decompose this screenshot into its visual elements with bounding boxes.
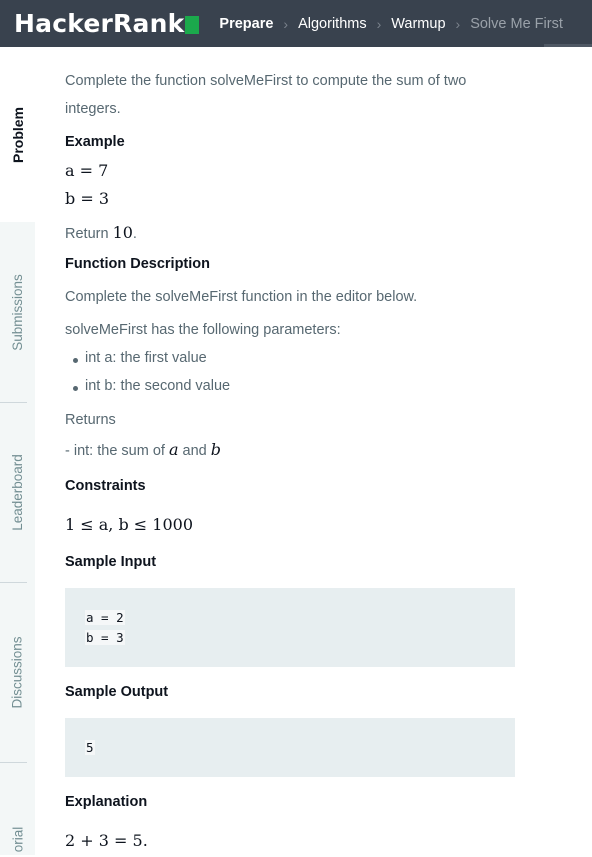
tab-problem[interactable]: Problem <box>0 47 35 222</box>
function-description-text: Complete the solveMeFirst function in th… <box>65 289 418 305</box>
problem-tabs-sidebar: Problem Submissions Leaderboard Discussi… <box>0 47 35 855</box>
returns-heading: Returns <box>65 412 116 428</box>
explanation-text: 2 + 3 = 5. <box>65 831 148 850</box>
example-return: Return 10. <box>65 223 137 242</box>
sample-output-line: 5 <box>85 740 95 755</box>
sample-input-line: b = 3 <box>85 630 125 645</box>
example-a: a = 7 <box>65 161 109 180</box>
return-prefix: Return <box>65 226 113 242</box>
bullet-icon <box>73 358 78 363</box>
tab-divider <box>0 582 27 583</box>
sample-output-heading: Sample Output <box>65 684 169 700</box>
param-a: int a: the first value <box>85 350 207 366</box>
chevron-right-icon: › <box>455 15 461 32</box>
returns-var-a: a <box>168 440 179 459</box>
returns-prefix: - int: the sum of <box>65 443 169 459</box>
param-b: int b: the second value <box>85 378 231 394</box>
problem-intro-continued: integers. <box>65 101 121 117</box>
problem-intro: Complete the function solveMeFirst to co… <box>65 73 467 89</box>
tab-discussions[interactable]: Discussions <box>0 587 35 757</box>
tab-leaderboard[interactable]: Leaderboard <box>0 407 35 577</box>
tab-submissions[interactable]: Submissions <box>0 227 35 397</box>
example-heading: Example <box>65 134 125 150</box>
hackerrank-logo[interactable]: HackerRank <box>14 9 200 38</box>
parameters-text: solveMeFirst has the following parameter… <box>65 322 341 338</box>
breadcrumb-prepare[interactable]: Prepare <box>219 16 273 32</box>
top-navigation-bar: HackerRank Prepare › Algorithms › Warmup… <box>0 0 592 47</box>
constraint-text: 1 ≤ a, b ≤ 1000 <box>65 515 194 534</box>
chevron-right-icon: › <box>283 15 289 32</box>
constraints-heading: Constraints <box>65 478 146 494</box>
logo-mark-icon <box>185 15 200 34</box>
tab-submissions-label: Submissions <box>10 273 25 351</box>
sample-input-block: a = 2 b = 3 <box>65 588 515 667</box>
chevron-right-icon: › <box>376 15 382 32</box>
breadcrumb: Prepare › Algorithms › Warmup › Solve Me… <box>219 16 562 32</box>
tab-editorial-label: orial <box>9 826 25 852</box>
example-b: b = 3 <box>65 189 109 208</box>
breadcrumb-current-page: Solve Me First <box>470 15 563 32</box>
returns-var-b: b <box>210 440 222 459</box>
tab-discussions-label: Discussions <box>10 635 25 709</box>
return-value: 10 <box>112 223 133 242</box>
bullet-icon <box>73 386 78 391</box>
breadcrumb-warmup[interactable]: Warmup <box>391 16 445 32</box>
tab-leaderboard-label: Leaderboard <box>10 453 26 531</box>
returns-text: - int: the sum of a and b <box>65 440 221 459</box>
topbar-accent <box>544 44 592 47</box>
sample-input-line: a = 2 <box>85 610 125 625</box>
return-suffix: . <box>132 226 137 242</box>
logo-text: HackerRank <box>14 9 185 38</box>
tab-divider <box>0 402 27 403</box>
function-description-heading: Function Description <box>65 256 210 272</box>
explanation-heading: Explanation <box>65 794 148 810</box>
tab-divider <box>0 762 27 763</box>
breadcrumb-algorithms[interactable]: Algorithms <box>298 16 367 32</box>
tab-editorial[interactable]: orial <box>0 817 35 857</box>
sample-output-block: 5 <box>65 718 515 777</box>
tab-problem-label: Problem <box>9 106 26 163</box>
sample-input-heading: Sample Input <box>65 554 157 570</box>
returns-and: and <box>178 443 211 459</box>
